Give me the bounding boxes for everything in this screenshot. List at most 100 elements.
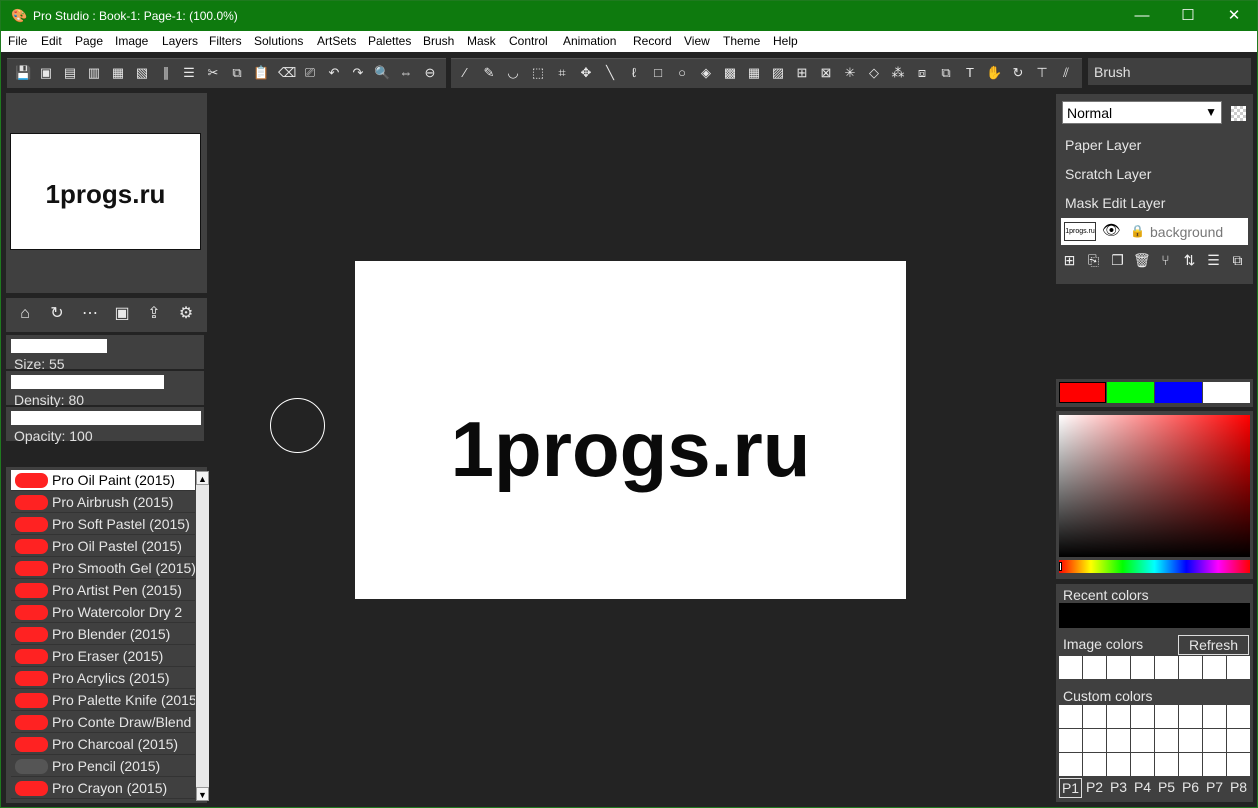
- opacity-slider[interactable]: Opacity: 100: [6, 407, 204, 444]
- density-slider-bar[interactable]: [11, 375, 164, 389]
- menu-layers[interactable]: Layers: [162, 34, 198, 48]
- brush-link-icon[interactable]: ⋯: [79, 306, 101, 326]
- stamp-tool-icon[interactable]: ⊤: [1034, 65, 1050, 81]
- brush-item-eraser[interactable]: Pro Eraser (2015): [11, 646, 195, 667]
- app-icon[interactable]: 🎨: [11, 8, 27, 24]
- bucket-icon[interactable]: ◡: [505, 65, 521, 81]
- menu-animation[interactable]: Animation: [563, 34, 616, 48]
- menu-edit[interactable]: Edit: [41, 34, 62, 48]
- color-cell[interactable]: [1155, 705, 1178, 728]
- save-as-icon[interactable]: ▣: [38, 65, 54, 81]
- brush-item-palette-knife[interactable]: Pro Palette Knife (2015): [11, 690, 195, 711]
- color-cell[interactable]: [1179, 753, 1202, 776]
- color-page-tab[interactable]: P8: [1227, 778, 1250, 798]
- scroll-down-icon[interactable]: ▼: [196, 787, 209, 801]
- density-slider[interactable]: Density: 80: [6, 371, 204, 408]
- hue-marker[interactable]: [1059, 562, 1062, 571]
- scroll-up-icon[interactable]: ▲: [196, 471, 209, 485]
- opacity-slider-bar[interactable]: [11, 411, 201, 425]
- menu-record[interactable]: Record: [633, 34, 672, 48]
- save-icon[interactable]: 💾: [15, 65, 31, 81]
- color-cell[interactable]: [1227, 705, 1250, 728]
- brush-item-blender[interactable]: Pro Blender (2015): [11, 624, 195, 645]
- brush-tool-icon[interactable]: ⁄: [457, 65, 473, 81]
- color-cell[interactable]: [1107, 729, 1130, 752]
- layer-tree-icon[interactable]: ⑂: [1157, 252, 1174, 269]
- swatch-red[interactable]: [1059, 382, 1106, 403]
- zoom-out-icon[interactable]: ⊖: [422, 65, 438, 81]
- color-cell[interactable]: [1179, 705, 1202, 728]
- color-cell[interactable]: [1107, 656, 1130, 679]
- texture-icon[interactable]: ▨: [770, 65, 786, 81]
- hand-icon[interactable]: ✋: [986, 65, 1002, 81]
- menu-view[interactable]: View: [684, 34, 710, 48]
- clear-icon[interactable]: ⎚: [302, 65, 318, 81]
- paste-icon[interactable]: 📋: [253, 65, 269, 81]
- color-cell[interactable]: [1131, 656, 1154, 679]
- brush-item-conte-draw[interactable]: Pro Conte Draw/Blend: [11, 712, 195, 733]
- color-cell[interactable]: [1083, 705, 1106, 728]
- reload-brush-icon[interactable]: ↻: [46, 306, 68, 326]
- import-icon[interactable]: ▦: [110, 65, 126, 81]
- zoom-in-icon[interactable]: 🔍: [374, 65, 390, 81]
- color-page-tab[interactable]: P3: [1107, 778, 1130, 798]
- menu-image[interactable]: Image: [115, 34, 148, 48]
- color-cell[interactable]: [1155, 753, 1178, 776]
- lock-icon[interactable]: 🔒: [1130, 224, 1145, 238]
- rotate-icon[interactable]: ↻: [1010, 65, 1026, 81]
- minimize-button[interactable]: —: [1119, 1, 1165, 31]
- recent-colors-strip[interactable]: [1059, 603, 1250, 628]
- wand-icon[interactable]: ✳: [842, 65, 858, 81]
- color-cell[interactable]: [1155, 729, 1178, 752]
- menu-control[interactable]: Control: [509, 34, 548, 48]
- size-slider-bar[interactable]: [11, 339, 107, 353]
- color-cell[interactable]: [1059, 729, 1082, 752]
- sort-layers-icon[interactable]: ⇅: [1181, 252, 1198, 269]
- shape-icon[interactable]: ◇: [866, 65, 882, 81]
- menu-solutions[interactable]: Solutions: [254, 34, 303, 48]
- clone-icon[interactable]: ⧈: [914, 65, 930, 81]
- color-cell[interactable]: [1059, 656, 1082, 679]
- color-page-tab[interactable]: P4: [1131, 778, 1154, 798]
- export-icon[interactable]: ▧: [134, 65, 150, 81]
- erase-selection-icon[interactable]: ⌫: [278, 65, 296, 81]
- color-cell[interactable]: [1227, 656, 1250, 679]
- pattern-icon[interactable]: ▦: [746, 65, 762, 81]
- gradient-icon[interactable]: ▩: [722, 65, 738, 81]
- fill-icon[interactable]: ◈: [698, 65, 714, 81]
- color-cell[interactable]: [1155, 656, 1178, 679]
- color-cell[interactable]: [1227, 729, 1250, 752]
- color-cell[interactable]: [1131, 705, 1154, 728]
- color-cell[interactable]: [1059, 753, 1082, 776]
- line-icon[interactable]: ╲: [602, 65, 618, 81]
- color-page-tab[interactable]: P7: [1203, 778, 1226, 798]
- swatch-green[interactable]: [1107, 382, 1154, 403]
- color-cell[interactable]: [1107, 705, 1130, 728]
- menu-palettes[interactable]: Palettes: [368, 34, 411, 48]
- brush-item-airbrush[interactable]: Pro Airbrush (2015): [11, 492, 195, 513]
- actual-size-icon[interactable]: ⇔: [398, 65, 414, 81]
- delete-layer-icon[interactable]: 🗑: [1133, 252, 1151, 269]
- menu-mask[interactable]: Mask: [467, 34, 496, 48]
- mesh-icon[interactable]: ⊞: [794, 65, 810, 81]
- crop-icon[interactable]: ⌗: [554, 65, 570, 81]
- menu-help[interactable]: Help: [773, 34, 798, 48]
- brush-item-artist-pen[interactable]: Pro Artist Pen (2015): [11, 580, 195, 601]
- brush-settings-icon[interactable]: ⚙: [175, 306, 197, 326]
- color-cell[interactable]: [1203, 656, 1226, 679]
- color-page-tab[interactable]: P2: [1083, 778, 1106, 798]
- brush-item-pencil[interactable]: Pro Pencil (2015): [11, 756, 195, 777]
- color-cell[interactable]: [1083, 729, 1106, 752]
- brushes-icon[interactable]: ⫽: [1058, 65, 1074, 81]
- menu-theme[interactable]: Theme: [723, 34, 760, 48]
- move-icon[interactable]: ✥: [578, 65, 594, 81]
- swatch-white[interactable]: [1203, 382, 1250, 403]
- brush-item-acrylics[interactable]: Pro Acrylics (2015): [11, 668, 195, 689]
- brush-name-field[interactable]: Brush: [1088, 58, 1251, 85]
- brush-item-charcoal[interactable]: Pro Charcoal (2015): [11, 734, 195, 755]
- eyedropper-icon[interactable]: ✎: [481, 65, 497, 81]
- add-layer-icon[interactable]: ⊞: [1061, 252, 1078, 269]
- color-cell[interactable]: [1083, 753, 1106, 776]
- brush-list-scrollbar[interactable]: ▲ ▼: [196, 471, 209, 801]
- menu-filters[interactable]: Filters: [209, 34, 242, 48]
